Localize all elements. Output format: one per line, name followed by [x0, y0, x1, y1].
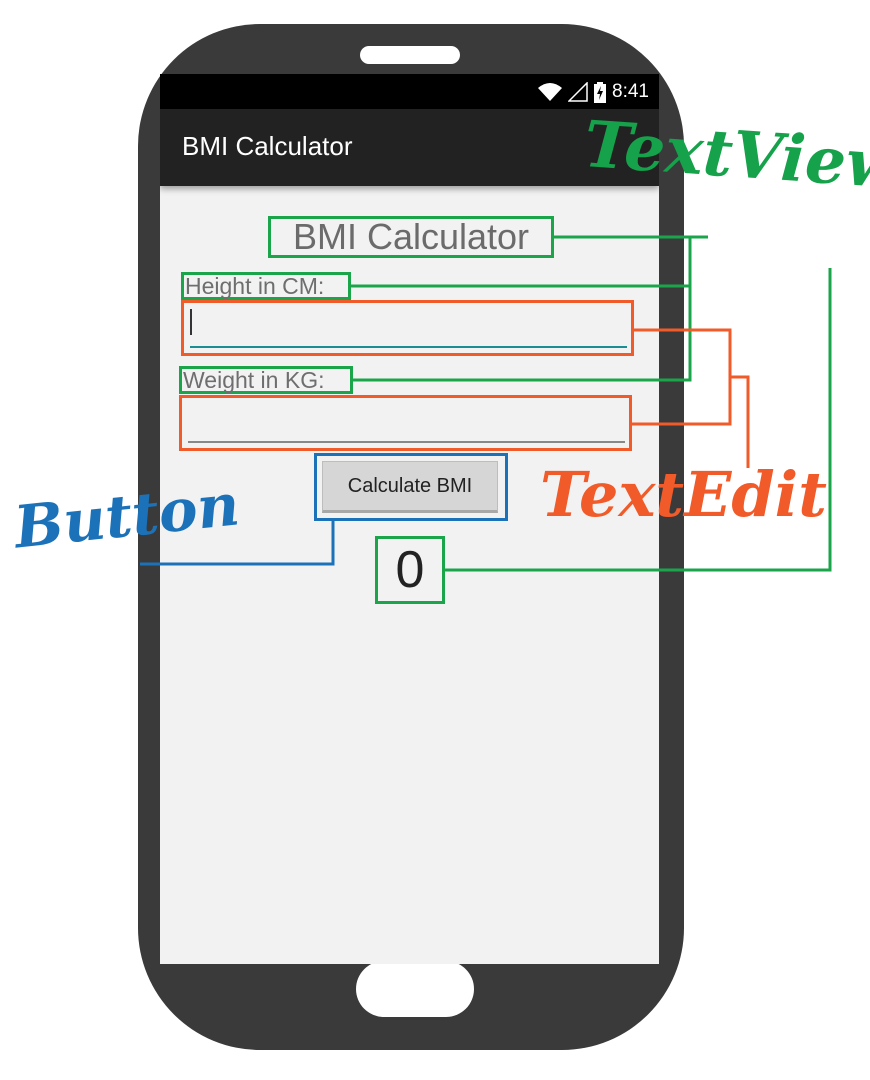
result-textview: 0 [375, 536, 445, 604]
weight-label: Weight in KG: [179, 366, 353, 394]
wifi-icon [538, 83, 563, 101]
height-input[interactable] [181, 300, 634, 356]
heading-textview: BMI Calculator [268, 216, 554, 258]
phone-speaker [360, 46, 460, 64]
button-outline: Calculate BMI [314, 453, 508, 521]
app-bar-title: BMI Calculator [182, 131, 353, 161]
calculate-bmi-button[interactable]: Calculate BMI [322, 461, 498, 513]
signal-icon [568, 82, 588, 102]
height-label: Height in CM: [181, 272, 351, 300]
status-time: 8:41 [612, 81, 649, 102]
weight-input[interactable] [179, 395, 632, 451]
status-bar: 8:41 [160, 74, 659, 109]
textedit-connector [730, 375, 750, 468]
battery-charging-icon [594, 81, 607, 103]
home-button[interactable] [356, 961, 474, 1017]
weight-input-underline [188, 411, 625, 443]
textedit-annotation: TextEdit [540, 458, 827, 531]
height-input-underline [190, 316, 627, 348]
